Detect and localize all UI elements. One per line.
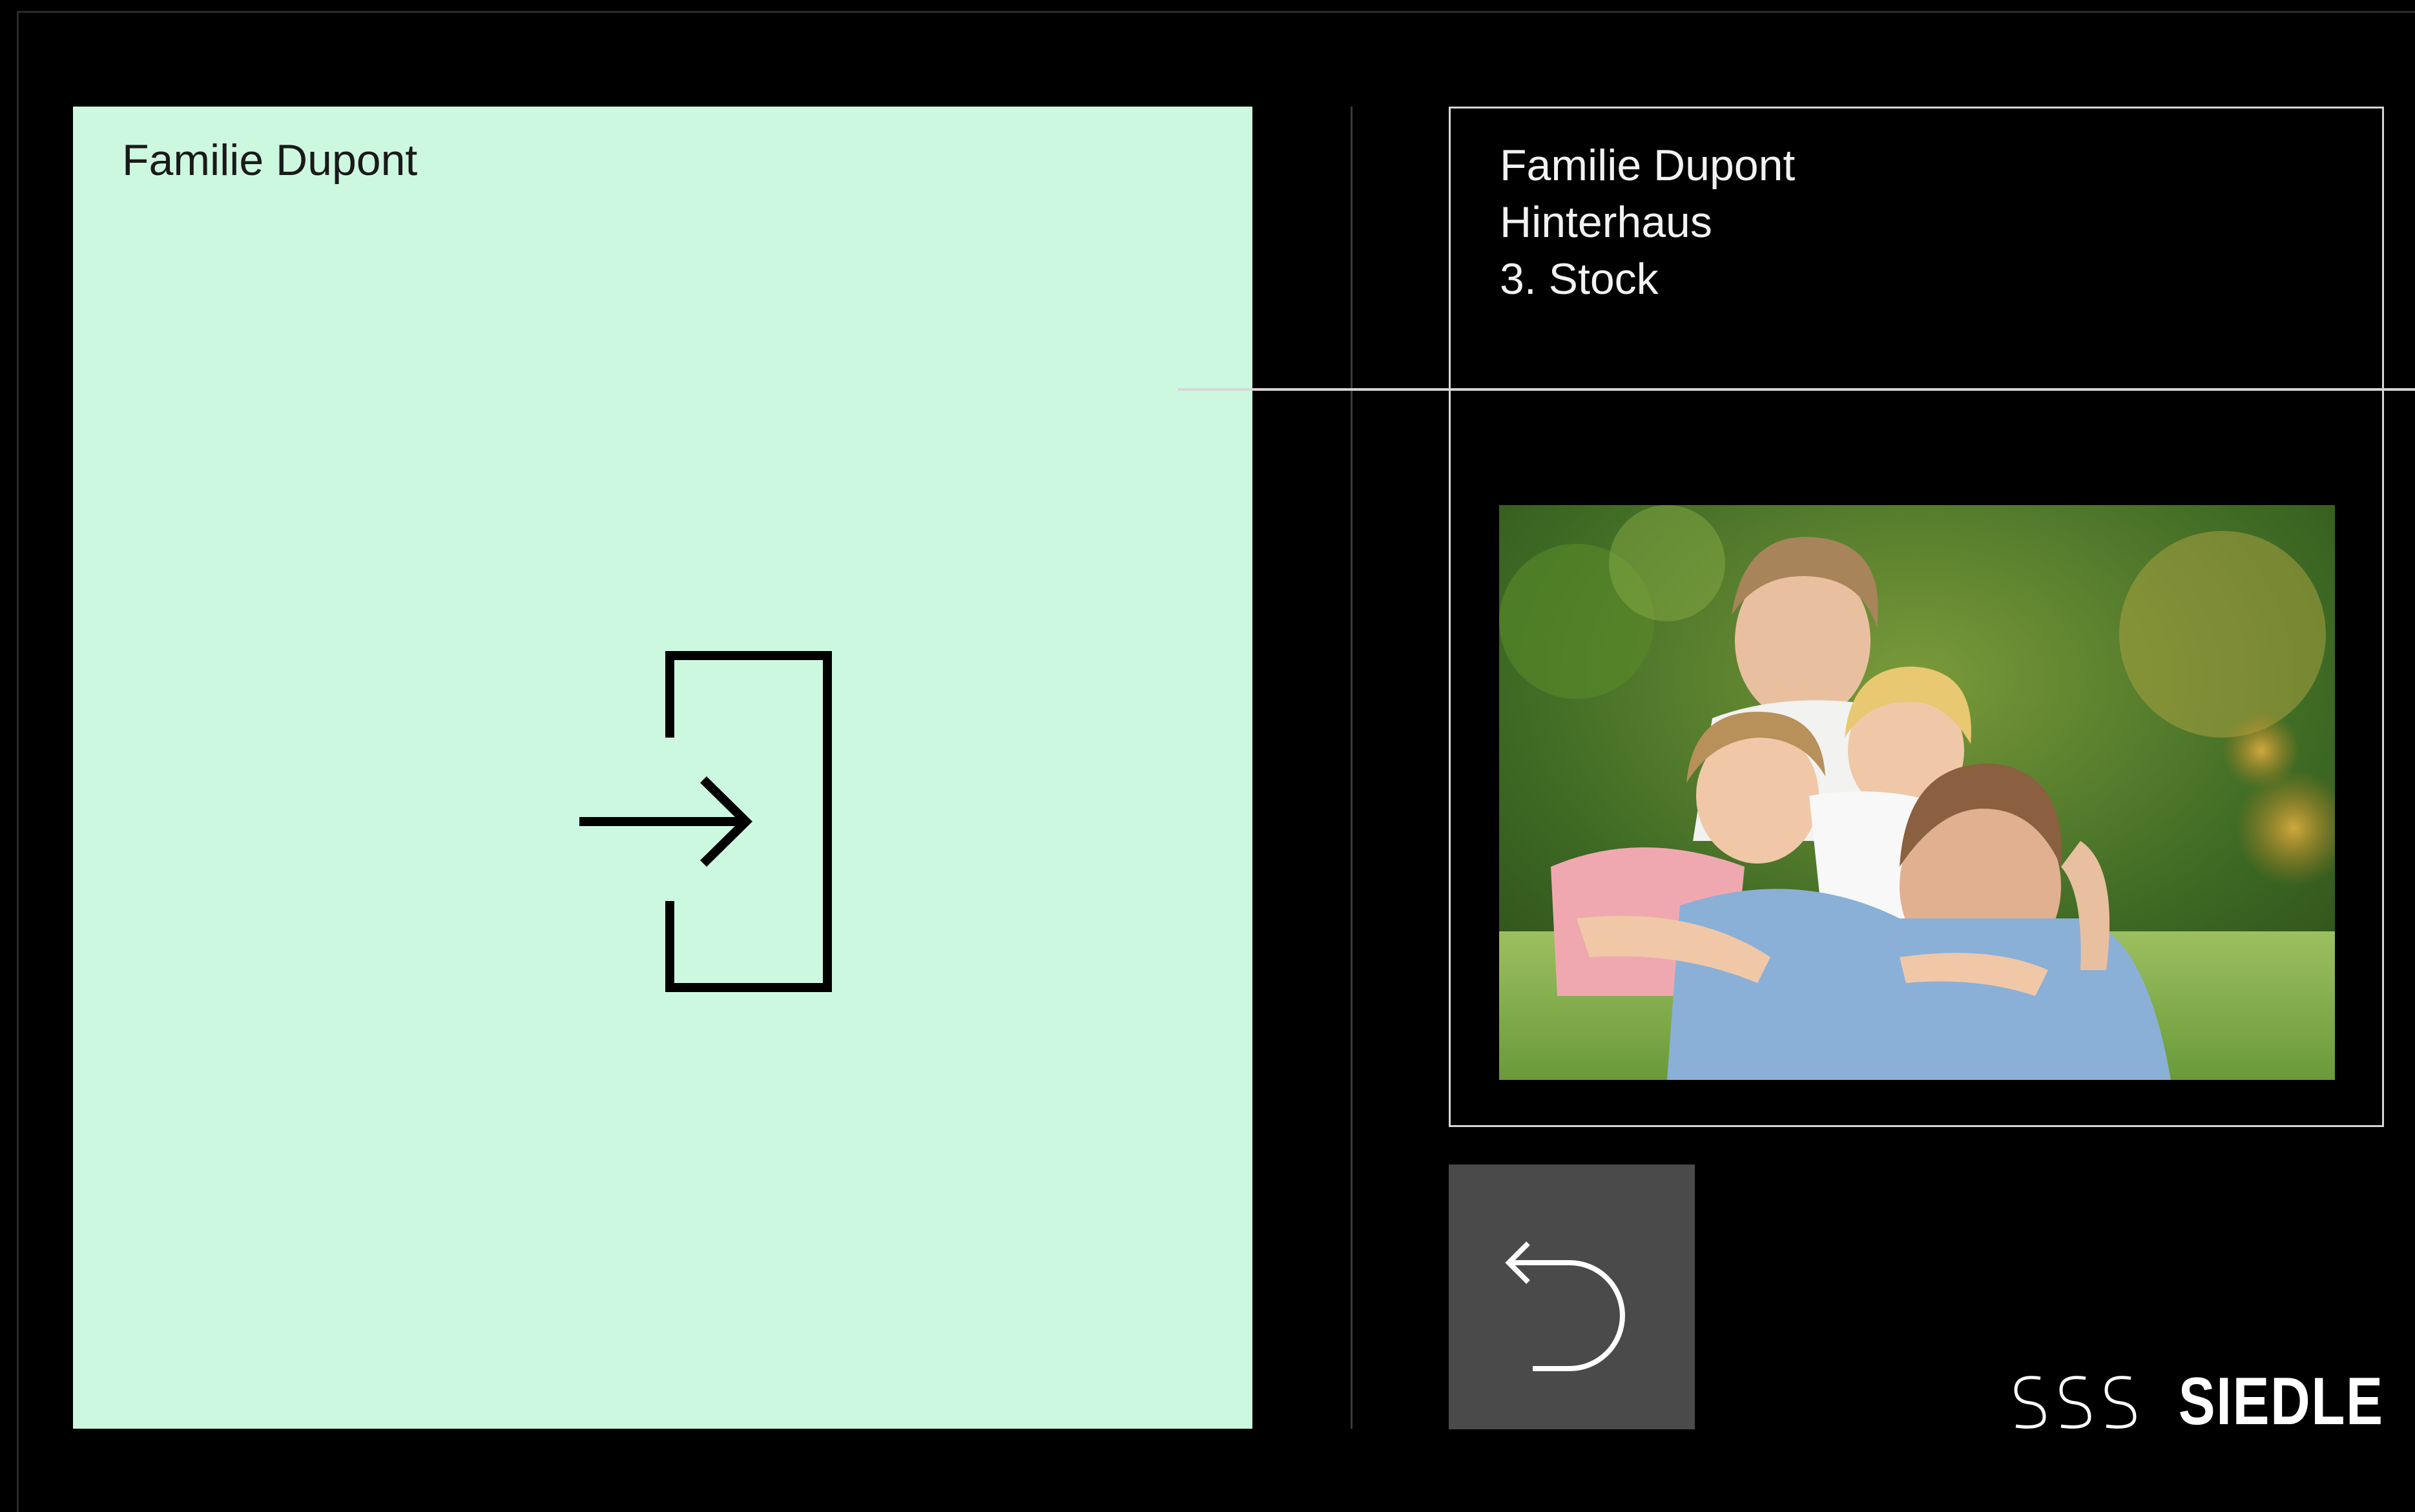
enter-button-label: Familie Dupont [122, 136, 418, 185]
enter-door-icon [579, 651, 832, 992]
resident-info-card: Familie Dupont Hinterhaus 3. Stock [1449, 107, 2384, 1127]
resident-address: Familie Dupont Hinterhaus 3. Stock [1500, 137, 1795, 307]
vertical-divider [1351, 107, 1353, 1429]
back-arrow-icon [1505, 1241, 1625, 1371]
back-button[interactable] [1449, 1165, 1695, 1429]
floor: 3. Stock [1500, 254, 1659, 304]
siedle-logo: SIEDLE [2007, 1366, 2384, 1437]
resident-name: Familie Dupont [1500, 141, 1796, 190]
family-photo [1499, 505, 2335, 1080]
building-section: Hinterhaus [1500, 198, 1712, 247]
siedle-mark-icon [2014, 1376, 2137, 1429]
enter-button[interactable]: Familie Dupont [73, 107, 1252, 1429]
siedle-wordmark: SIEDLE [2179, 1364, 2384, 1439]
